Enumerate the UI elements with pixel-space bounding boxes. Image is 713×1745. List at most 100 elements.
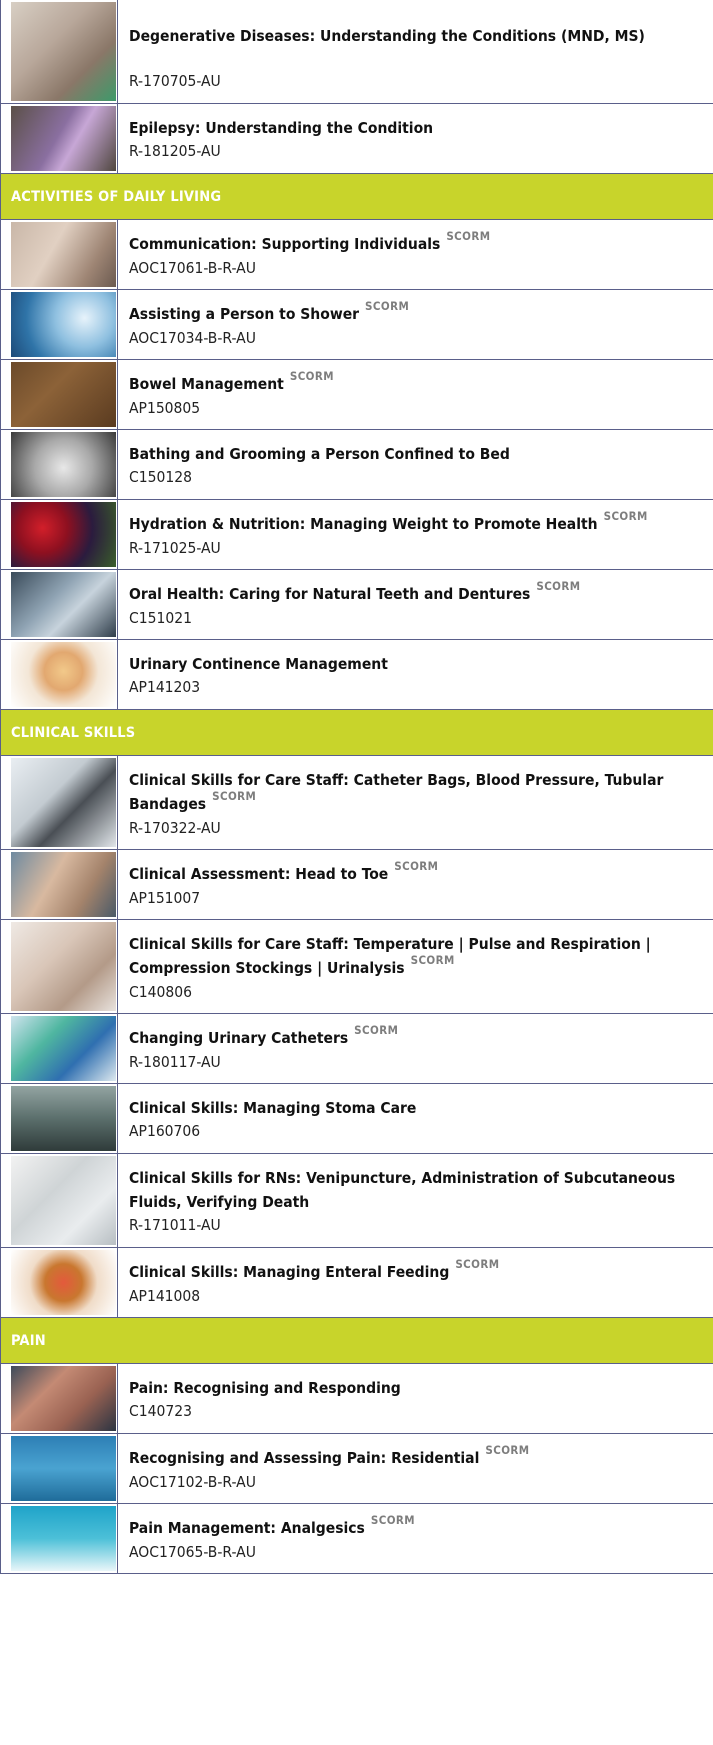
course-thumbnail[interactable]	[0, 570, 118, 639]
scorm-badge: SCORM	[394, 859, 439, 873]
course-thumbnail[interactable]	[0, 1364, 118, 1433]
course-thumbnail[interactable]	[0, 290, 118, 359]
course-title-link[interactable]: Degenerative Diseases: Understanding the…	[129, 24, 713, 48]
course-row[interactable]: Degenerative Diseases: Understanding the…	[0, 0, 713, 104]
course-thumbnail[interactable]	[0, 1434, 118, 1503]
course-row[interactable]: Recognising and Assessing Pain: Resident…	[0, 1434, 713, 1504]
course-row[interactable]: Bowel Management SCORM AP150805	[0, 360, 713, 430]
exclamation-mark-photo	[11, 1436, 116, 1501]
course-info: Changing Urinary Catheters SCORM R-180117-…	[118, 1014, 713, 1083]
course-title-text: Degenerative Diseases: Understanding the…	[129, 27, 645, 45]
course-thumbnail[interactable]	[0, 0, 118, 103]
ear-examination-photo	[11, 852, 116, 917]
course-thumbnail[interactable]	[0, 756, 118, 849]
course-code: AP150805	[129, 399, 201, 417]
course-title-link[interactable]: Clinical Assessment: Head to Toe SCORM	[129, 859, 713, 887]
course-title-link[interactable]: Clinical Skills for Care Staff: Temperat…	[129, 932, 713, 981]
course-title-link[interactable]: Assisting a Person to Shower SCORM	[129, 299, 713, 327]
course-title-link[interactable]: Changing Urinary Catheters SCORM	[129, 1023, 713, 1051]
course-code: R-171025-AU	[129, 539, 221, 557]
course-code: AP151007	[129, 889, 201, 907]
course-thumbnail[interactable]	[0, 1154, 118, 1247]
course-title-link[interactable]: Recognising and Assessing Pain: Resident…	[129, 1443, 713, 1471]
course-row[interactable]: Communication: Supporting Individuals SCO…	[0, 220, 713, 290]
course-info: Clinical Skills: Managing Stoma Care AP16…	[118, 1084, 713, 1153]
course-title-text: Hydration & Nutrition: Managing Weight t…	[129, 515, 598, 533]
course-row[interactable]: Clinical Skills: Managing Stoma Care AP16…	[0, 1084, 713, 1154]
course-title-link[interactable]: Epilepsy: Understanding the Condition	[129, 116, 713, 140]
course-thumbnail[interactable]	[0, 920, 118, 1013]
course-info: Communication: Supporting Individuals SCO…	[118, 220, 713, 289]
course-row[interactable]: Oral Health: Caring for Natural Teeth an…	[0, 570, 713, 640]
course-thumbnail[interactable]	[0, 220, 118, 289]
course-title-link[interactable]: Pain Management: Analgesics SCORM	[129, 1513, 713, 1541]
course-title-text: Clinical Skills: Managing Enteral Feedin…	[129, 1263, 450, 1281]
course-thumbnail[interactable]	[0, 1248, 118, 1317]
course-code: C150128	[129, 468, 192, 486]
course-catalog: Degenerative Diseases: Understanding the…	[0, 0, 713, 1574]
course-row[interactable]: Hydration & Nutrition: Managing Weight t…	[0, 500, 713, 570]
course-title-link[interactable]: Clinical Skills: Managing Stoma Care	[129, 1096, 713, 1120]
course-thumbnail[interactable]	[0, 1504, 118, 1573]
course-thumbnail[interactable]	[0, 360, 118, 429]
course-info: Pain: Recognising and Responding C140723	[118, 1364, 713, 1433]
course-row[interactable]: Bathing and Grooming a Person Confined t…	[0, 430, 713, 500]
course-code: AP141203	[129, 678, 201, 696]
course-info: Bathing and Grooming a Person Confined t…	[118, 430, 713, 499]
course-title-link[interactable]: Bathing and Grooming a Person Confined t…	[129, 442, 713, 466]
course-title-link[interactable]: Urinary Continence Management	[129, 652, 713, 676]
course-code: AP160706	[129, 1122, 201, 1140]
scorm-badge: SCORM	[536, 579, 581, 593]
course-title-link[interactable]: Oral Health: Caring for Natural Teeth an…	[129, 579, 713, 607]
course-info: Oral Health: Caring for Natural Teeth an…	[118, 570, 713, 639]
course-row[interactable]: Clinical Skills for Care Staff: Catheter…	[0, 756, 713, 850]
scorm-badge: SCORM	[446, 229, 491, 243]
course-title-link[interactable]: Hydration & Nutrition: Managing Weight t…	[129, 509, 713, 537]
course-title-text: Bowel Management	[129, 375, 284, 393]
course-thumbnail[interactable]	[0, 640, 118, 709]
course-thumbnail[interactable]	[0, 1084, 118, 1153]
course-title-text: Bathing and Grooming a Person Confined t…	[129, 445, 510, 463]
course-title-link[interactable]: Bowel Management SCORM	[129, 369, 713, 397]
course-thumbnail[interactable]	[0, 104, 118, 173]
ear-listening-photo	[11, 222, 116, 287]
course-thumbnail[interactable]	[0, 850, 118, 919]
course-title-link[interactable]: Clinical Skills for RNs: Venipuncture, A…	[129, 1166, 713, 1214]
elderly-man-pain-photo	[11, 1366, 116, 1431]
course-title-text: Clinical Skills for Care Staff: Catheter…	[129, 771, 664, 813]
course-row[interactable]: Pain Management: Analgesics SCORM AOC17065…	[0, 1504, 713, 1574]
course-row[interactable]: Clinical Skills for RNs: Venipuncture, A…	[0, 1154, 713, 1248]
course-info: Urinary Continence Management AP141203	[118, 640, 713, 709]
course-thumbnail[interactable]	[0, 1014, 118, 1083]
course-title-link[interactable]: Clinical Skills: Managing Enteral Feedin…	[129, 1257, 713, 1285]
section-title: ACTIVITIES OF DAILY LIVING	[11, 188, 222, 205]
course-title-link[interactable]: Pain: Recognising and Responding	[129, 1376, 713, 1400]
course-info: Bowel Management SCORM AP150805	[118, 360, 713, 429]
course-thumbnail[interactable]	[0, 430, 118, 499]
course-code: AOC17061-B-R-AU	[129, 259, 256, 277]
shower-head-photo	[11, 292, 116, 357]
course-info: Hydration & Nutrition: Managing Weight t…	[118, 500, 713, 569]
course-row[interactable]: Clinical Skills: Managing Enteral Feedin…	[0, 1248, 713, 1318]
section-title: PAIN	[11, 1332, 46, 1349]
course-row[interactable]: Epilepsy: Understanding the Condition R-1…	[0, 104, 713, 174]
course-row[interactable]: Changing Urinary Catheters SCORM R-180117-…	[0, 1014, 713, 1084]
course-row[interactable]: Pain: Recognising and Responding C140723	[0, 1364, 713, 1434]
course-title-link[interactable]: Communication: Supporting Individuals SCO…	[129, 229, 713, 257]
blood-pressure-cuff-photo	[11, 758, 116, 847]
course-title-text: Clinical Skills for Care Staff: Temperat…	[129, 935, 651, 977]
course-row[interactable]: Urinary Continence Management AP141203	[0, 640, 713, 710]
course-title-link[interactable]: Clinical Skills for Care Staff: Catheter…	[129, 768, 713, 817]
course-row[interactable]: Clinical Skills for Care Staff: Temperat…	[0, 920, 713, 1014]
section-header: PAIN	[0, 1318, 713, 1364]
section-header: CLINICAL SKILLS	[0, 710, 713, 756]
course-info: Degenerative Diseases: Understanding the…	[118, 0, 713, 103]
course-thumbnail[interactable]	[0, 500, 118, 569]
course-info: Assisting a Person to Shower SCORM AOC1703…	[118, 290, 713, 359]
medicine-bottles-photo	[11, 1506, 116, 1571]
course-row[interactable]: Clinical Assessment: Head to Toe SCORM AP1…	[0, 850, 713, 920]
iv-bag-photo	[11, 1156, 116, 1245]
course-info: Clinical Skills for Care Staff: Catheter…	[118, 756, 713, 849]
course-row[interactable]: Assisting a Person to Shower SCORM AOC1703…	[0, 290, 713, 360]
course-code: C140806	[129, 983, 192, 1001]
